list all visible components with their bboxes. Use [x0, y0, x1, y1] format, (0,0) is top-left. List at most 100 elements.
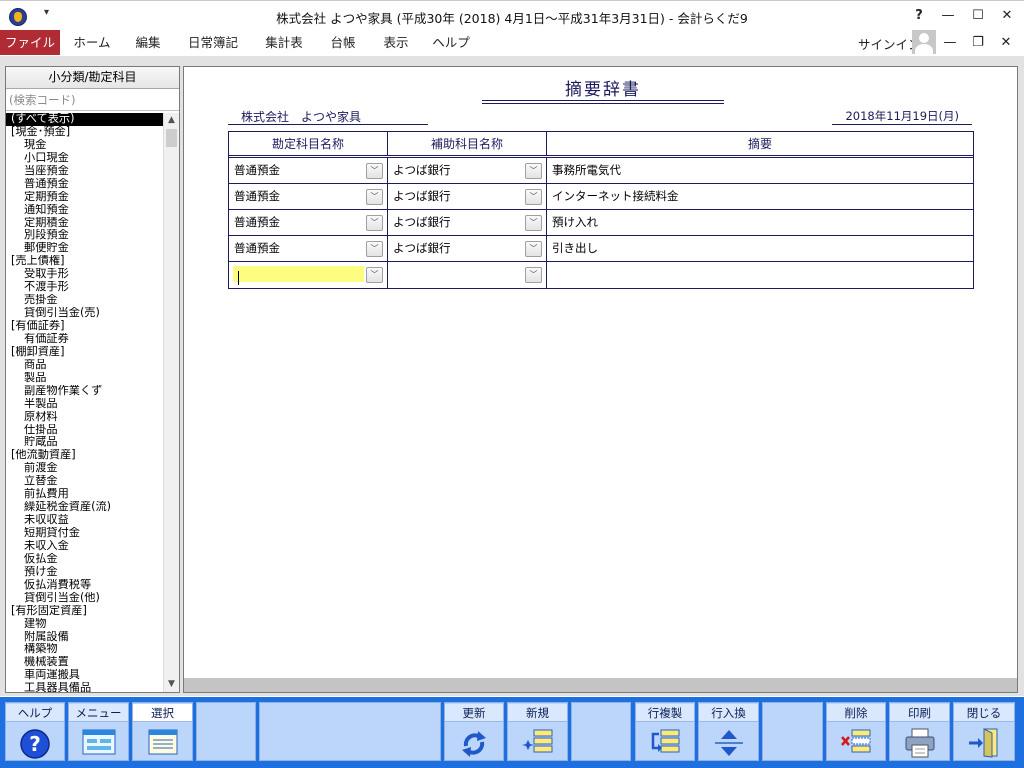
help-button[interactable]: ヘルプ ? — [5, 702, 65, 761]
tree-account-item[interactable]: 車両運搬具 — [6, 669, 163, 682]
sub-account-input-cell[interactable]: ﹀ — [388, 262, 547, 288]
tree-account-item[interactable]: 未収収益 — [6, 514, 163, 527]
tree-account-item[interactable]: 小口現金 — [6, 152, 163, 165]
sub-account-cell[interactable]: よつば銀行 ﹀ — [388, 158, 547, 183]
tree-account-item[interactable]: 未収入金 — [6, 540, 163, 553]
update-button[interactable]: 更新 — [444, 702, 504, 761]
select-button[interactable]: 選択 — [132, 702, 193, 761]
table-row[interactable]: 普通預金 ﹀ よつば銀行 ﹀ 引き出し — [229, 236, 973, 262]
chevron-down-icon[interactable]: ﹀ — [366, 163, 383, 179]
chevron-down-icon[interactable]: ﹀ — [366, 241, 383, 257]
tree-account-item[interactable]: 建物 — [6, 618, 163, 631]
tree-account-item[interactable]: 貸倒引当金(売) — [6, 307, 163, 320]
tree-group-item[interactable]: [売上債権] — [6, 255, 163, 268]
mdi-restore-button[interactable]: ❐ — [967, 33, 989, 53]
tree-group-item[interactable]: [棚卸資産] — [6, 346, 163, 359]
tree-group-item[interactable]: [有形固定資産] — [6, 605, 163, 618]
tree-group-item[interactable]: [他流動資産] — [6, 449, 163, 462]
copy-row-button[interactable]: 行複製 — [635, 702, 695, 761]
tree-account-item[interactable]: 貯蔵品 — [6, 436, 163, 449]
maximize-button[interactable]: ☐ — [967, 6, 989, 26]
menu-button[interactable]: メニュー — [68, 702, 129, 761]
search-code-input[interactable] — [6, 89, 179, 111]
tree-account-item[interactable]: 売掛金 — [6, 294, 163, 307]
menu-summary[interactable]: 集計表 — [256, 30, 312, 55]
menu-file[interactable]: ファイル — [0, 30, 60, 55]
tree-account-item[interactable]: 構築物 — [6, 643, 163, 656]
mdi-minimize-button[interactable]: — — [939, 33, 961, 53]
tree-account-item[interactable]: 受取手形 — [6, 268, 163, 281]
chevron-down-icon[interactable]: ﹀ — [366, 189, 383, 205]
account-cell[interactable]: 普通預金 ﹀ — [229, 210, 388, 235]
user-avatar-icon[interactable] — [912, 30, 936, 54]
menu-daily-bookkeeping[interactable]: 日常簿記 — [180, 30, 246, 55]
tree-account-item[interactable]: 短期貸付金 — [6, 527, 163, 540]
tree-account-item[interactable]: 仮払金 — [6, 553, 163, 566]
chevron-down-icon[interactable]: ﹀ — [525, 189, 542, 205]
tree-account-item[interactable]: 定期積金 — [6, 217, 163, 230]
mdi-close-button[interactable]: ✕ — [995, 33, 1017, 53]
chevron-down-icon[interactable]: ﹀ — [525, 241, 542, 257]
tree-account-item[interactable]: 原材料 — [6, 411, 163, 424]
tree-account-item[interactable]: 工具器具備品 — [6, 682, 163, 692]
chevron-down-icon[interactable]: ﹀ — [525, 163, 542, 179]
menu-help[interactable]: ヘルプ — [426, 30, 476, 55]
tree-scrollbar[interactable]: ▲ ▼ — [163, 113, 179, 692]
tree-account-item[interactable]: 貸倒引当金(他) — [6, 592, 163, 605]
memo-input-cell[interactable] — [547, 262, 973, 288]
minimize-button[interactable]: — — [937, 6, 959, 26]
menu-view[interactable]: 表示 — [372, 30, 420, 55]
tree-account-item[interactable]: 不渡手形 — [6, 281, 163, 294]
menu-ledger[interactable]: 台帳 — [320, 30, 366, 55]
tree-account-item[interactable]: 定期預金 — [6, 191, 163, 204]
new-entry-row[interactable]: ﹀ ﹀ — [229, 262, 973, 288]
tree-account-item[interactable]: 前払費用 — [6, 488, 163, 501]
tree-account-item[interactable]: 預け金 — [6, 566, 163, 579]
tree-account-item[interactable]: 郵便貯金 — [6, 242, 163, 255]
delete-button[interactable]: 削除 — [826, 702, 886, 761]
scroll-down-icon[interactable]: ▼ — [164, 677, 179, 692]
sub-account-cell[interactable]: よつば銀行 ﹀ — [388, 184, 547, 209]
account-cell[interactable]: 普通預金 ﹀ — [229, 158, 388, 183]
menu-edit[interactable]: 編集 — [124, 30, 172, 55]
account-cell[interactable]: 普通預金 ﹀ — [229, 236, 388, 261]
tree-account-item[interactable]: 通知預金 — [6, 204, 163, 217]
account-cell[interactable]: 普通預金 ﹀ — [229, 184, 388, 209]
chevron-down-icon[interactable]: ﹀ — [366, 267, 383, 283]
memo-cell[interactable]: 事務所電気代 — [547, 158, 973, 183]
chevron-down-icon[interactable]: ﹀ — [366, 215, 383, 231]
tree-account-item[interactable]: 副産物作業くず — [6, 385, 163, 398]
table-row[interactable]: 普通預金 ﹀ よつば銀行 ﹀ 事務所電気代 — [229, 158, 973, 184]
tree-account-item[interactable]: 前渡金 — [6, 462, 163, 475]
swap-row-button[interactable]: 行入換 — [698, 702, 759, 761]
tree-group-item[interactable]: [現金･預金] — [6, 126, 163, 139]
tree-account-item[interactable]: 附属設備 — [6, 631, 163, 644]
tree-account-item[interactable]: 立替金 — [6, 475, 163, 488]
chevron-down-icon[interactable]: ﹀ — [525, 267, 542, 283]
close-window-button[interactable]: 閉じる — [953, 702, 1015, 761]
tree-account-item[interactable]: 商品 — [6, 359, 163, 372]
tree-account-item[interactable]: 半製品 — [6, 398, 163, 411]
tree-account-item[interactable]: 仮払消費税等 — [6, 579, 163, 592]
sub-account-cell[interactable]: よつば銀行 ﹀ — [388, 210, 547, 235]
tree-account-item[interactable]: 普通預金 — [6, 178, 163, 191]
tree-account-item[interactable]: 仕掛品 — [6, 424, 163, 437]
close-button[interactable]: ✕ — [996, 6, 1018, 26]
help-icon[interactable]: ? — [908, 6, 930, 26]
tree-account-item[interactable]: (すべて表示) — [6, 113, 163, 126]
active-input-highlight[interactable] — [233, 266, 364, 285]
menu-home[interactable]: ホーム — [64, 30, 120, 55]
tree-group-item[interactable]: [有価証券] — [6, 320, 163, 333]
tree-account-item[interactable]: 機械装置 — [6, 656, 163, 669]
memo-cell[interactable]: 引き出し — [547, 236, 973, 261]
table-row[interactable]: 普通預金 ﹀ よつば銀行 ﹀ 預け入れ — [229, 210, 973, 236]
tree-account-item[interactable]: 現金 — [6, 139, 163, 152]
tree-account-item[interactable]: 別段預金 — [6, 229, 163, 242]
tree-account-item[interactable]: 製品 — [6, 372, 163, 385]
new-button[interactable]: 新規 — [507, 702, 568, 761]
horizontal-scrollbar[interactable] — [184, 678, 1017, 692]
scroll-thumb[interactable] — [166, 129, 177, 147]
account-input-cell[interactable]: ﹀ — [229, 262, 388, 288]
scroll-up-icon[interactable]: ▲ — [164, 113, 179, 128]
tree-account-item[interactable]: 繰延税金資産(流) — [6, 501, 163, 514]
